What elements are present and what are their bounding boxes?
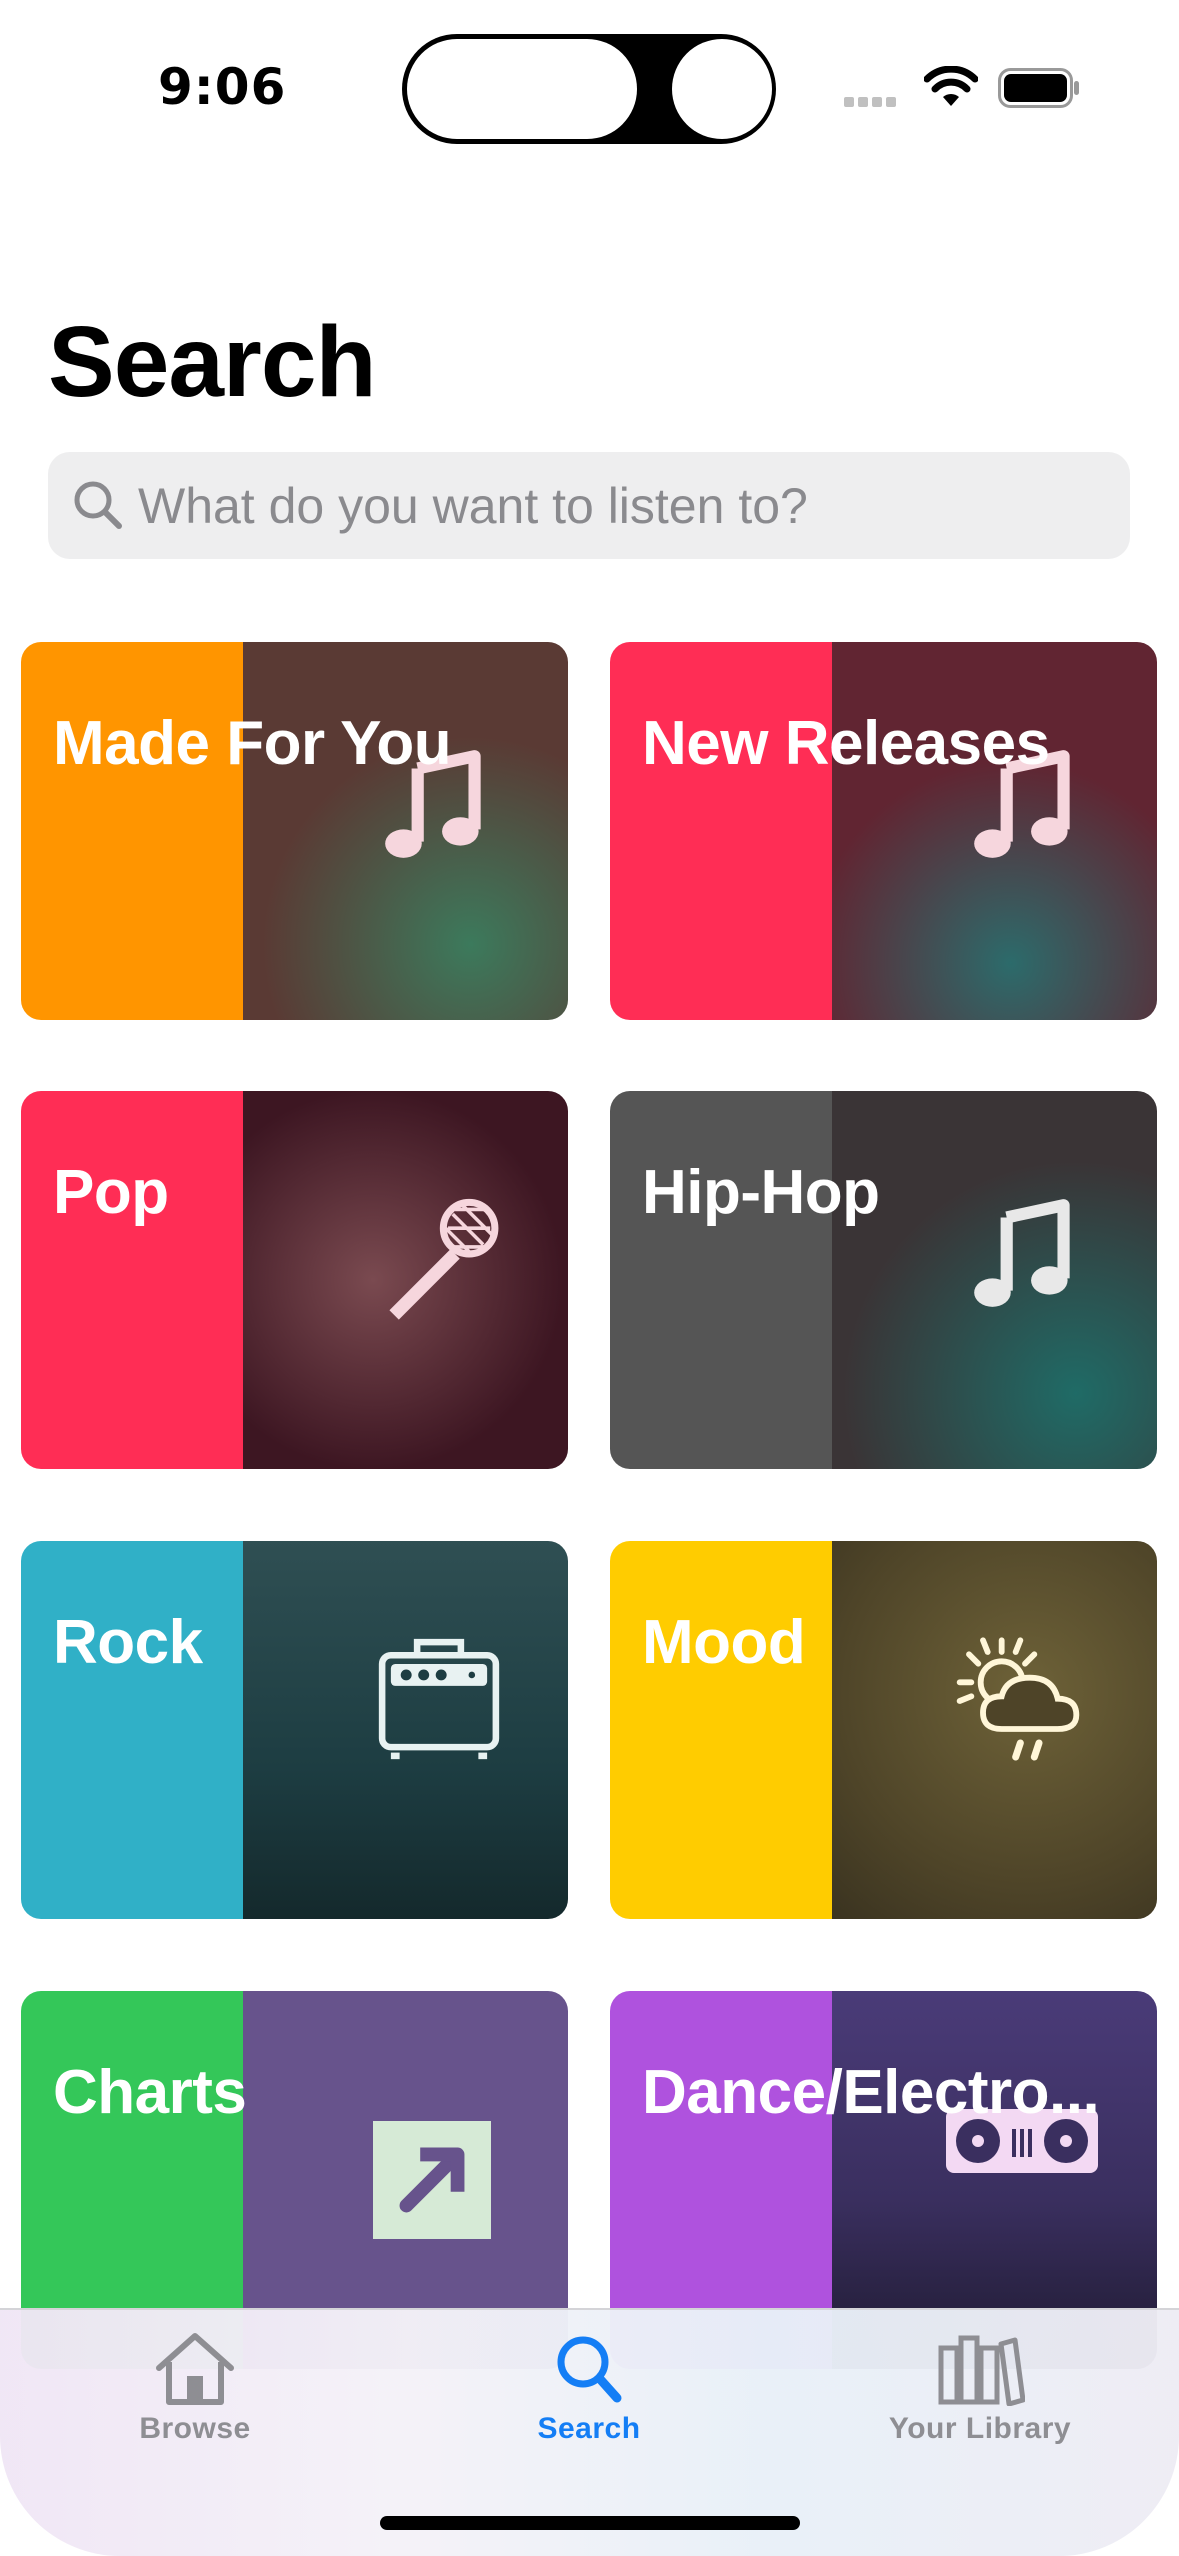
- house-icon: [156, 2333, 234, 2405]
- microphone-icon: [389, 1198, 499, 1320]
- category-label: Pop: [53, 1158, 169, 1227]
- category-tile-pop[interactable]: Pop: [21, 1091, 568, 1469]
- trending-arrow-icon: [373, 2121, 491, 2239]
- category-label: New Releases: [642, 709, 1050, 778]
- status-bar: 9:06: [0, 0, 1179, 170]
- category-tile-new-releases[interactable]: New Releases: [610, 642, 1157, 1020]
- tab-label: Your Library: [888, 2412, 1072, 2445]
- search-input[interactable]: [138, 452, 1098, 559]
- category-tile-rock[interactable]: Rock: [21, 1541, 568, 1919]
- cellular-signal-icon: [844, 94, 900, 112]
- status-time: 9:06: [158, 58, 287, 116]
- category-label: Mood: [642, 1608, 806, 1677]
- category-label: Hip-Hop: [642, 1158, 880, 1227]
- tab-label: Browse: [139, 2412, 251, 2445]
- dynamic-island: [402, 34, 776, 144]
- tab-browse[interactable]: Browse: [65, 2330, 325, 2480]
- tab-search[interactable]: Search: [459, 2330, 719, 2480]
- battery-icon: [998, 68, 1079, 108]
- page-title: Search: [48, 306, 377, 418]
- category-label: Dance/Electro...: [642, 2058, 1100, 2127]
- category-tile-hip-hop[interactable]: Hip-Hop: [610, 1091, 1157, 1469]
- category-label: Rock: [53, 1608, 203, 1677]
- wifi-icon: [924, 66, 978, 106]
- category-label: Made For You: [53, 709, 452, 778]
- search-field[interactable]: [48, 452, 1130, 559]
- category-tile-made-for-you[interactable]: Made For You: [21, 642, 568, 1020]
- tab-your-library[interactable]: Your Library: [850, 2330, 1110, 2480]
- amplifier-icon: [378, 1638, 500, 1760]
- home-indicator: [380, 2516, 800, 2530]
- category-tile-mood[interactable]: Mood: [610, 1541, 1157, 1919]
- library-books-icon: [938, 2335, 1025, 2406]
- tab-label: Search: [537, 2412, 641, 2445]
- magnifier-icon: [557, 2336, 622, 2403]
- search-icon: [74, 481, 122, 529]
- music-note-icon: [974, 1199, 1070, 1307]
- category-label: Charts: [53, 2058, 247, 2127]
- sun-cloud-rain-icon: [956, 1637, 1080, 1761]
